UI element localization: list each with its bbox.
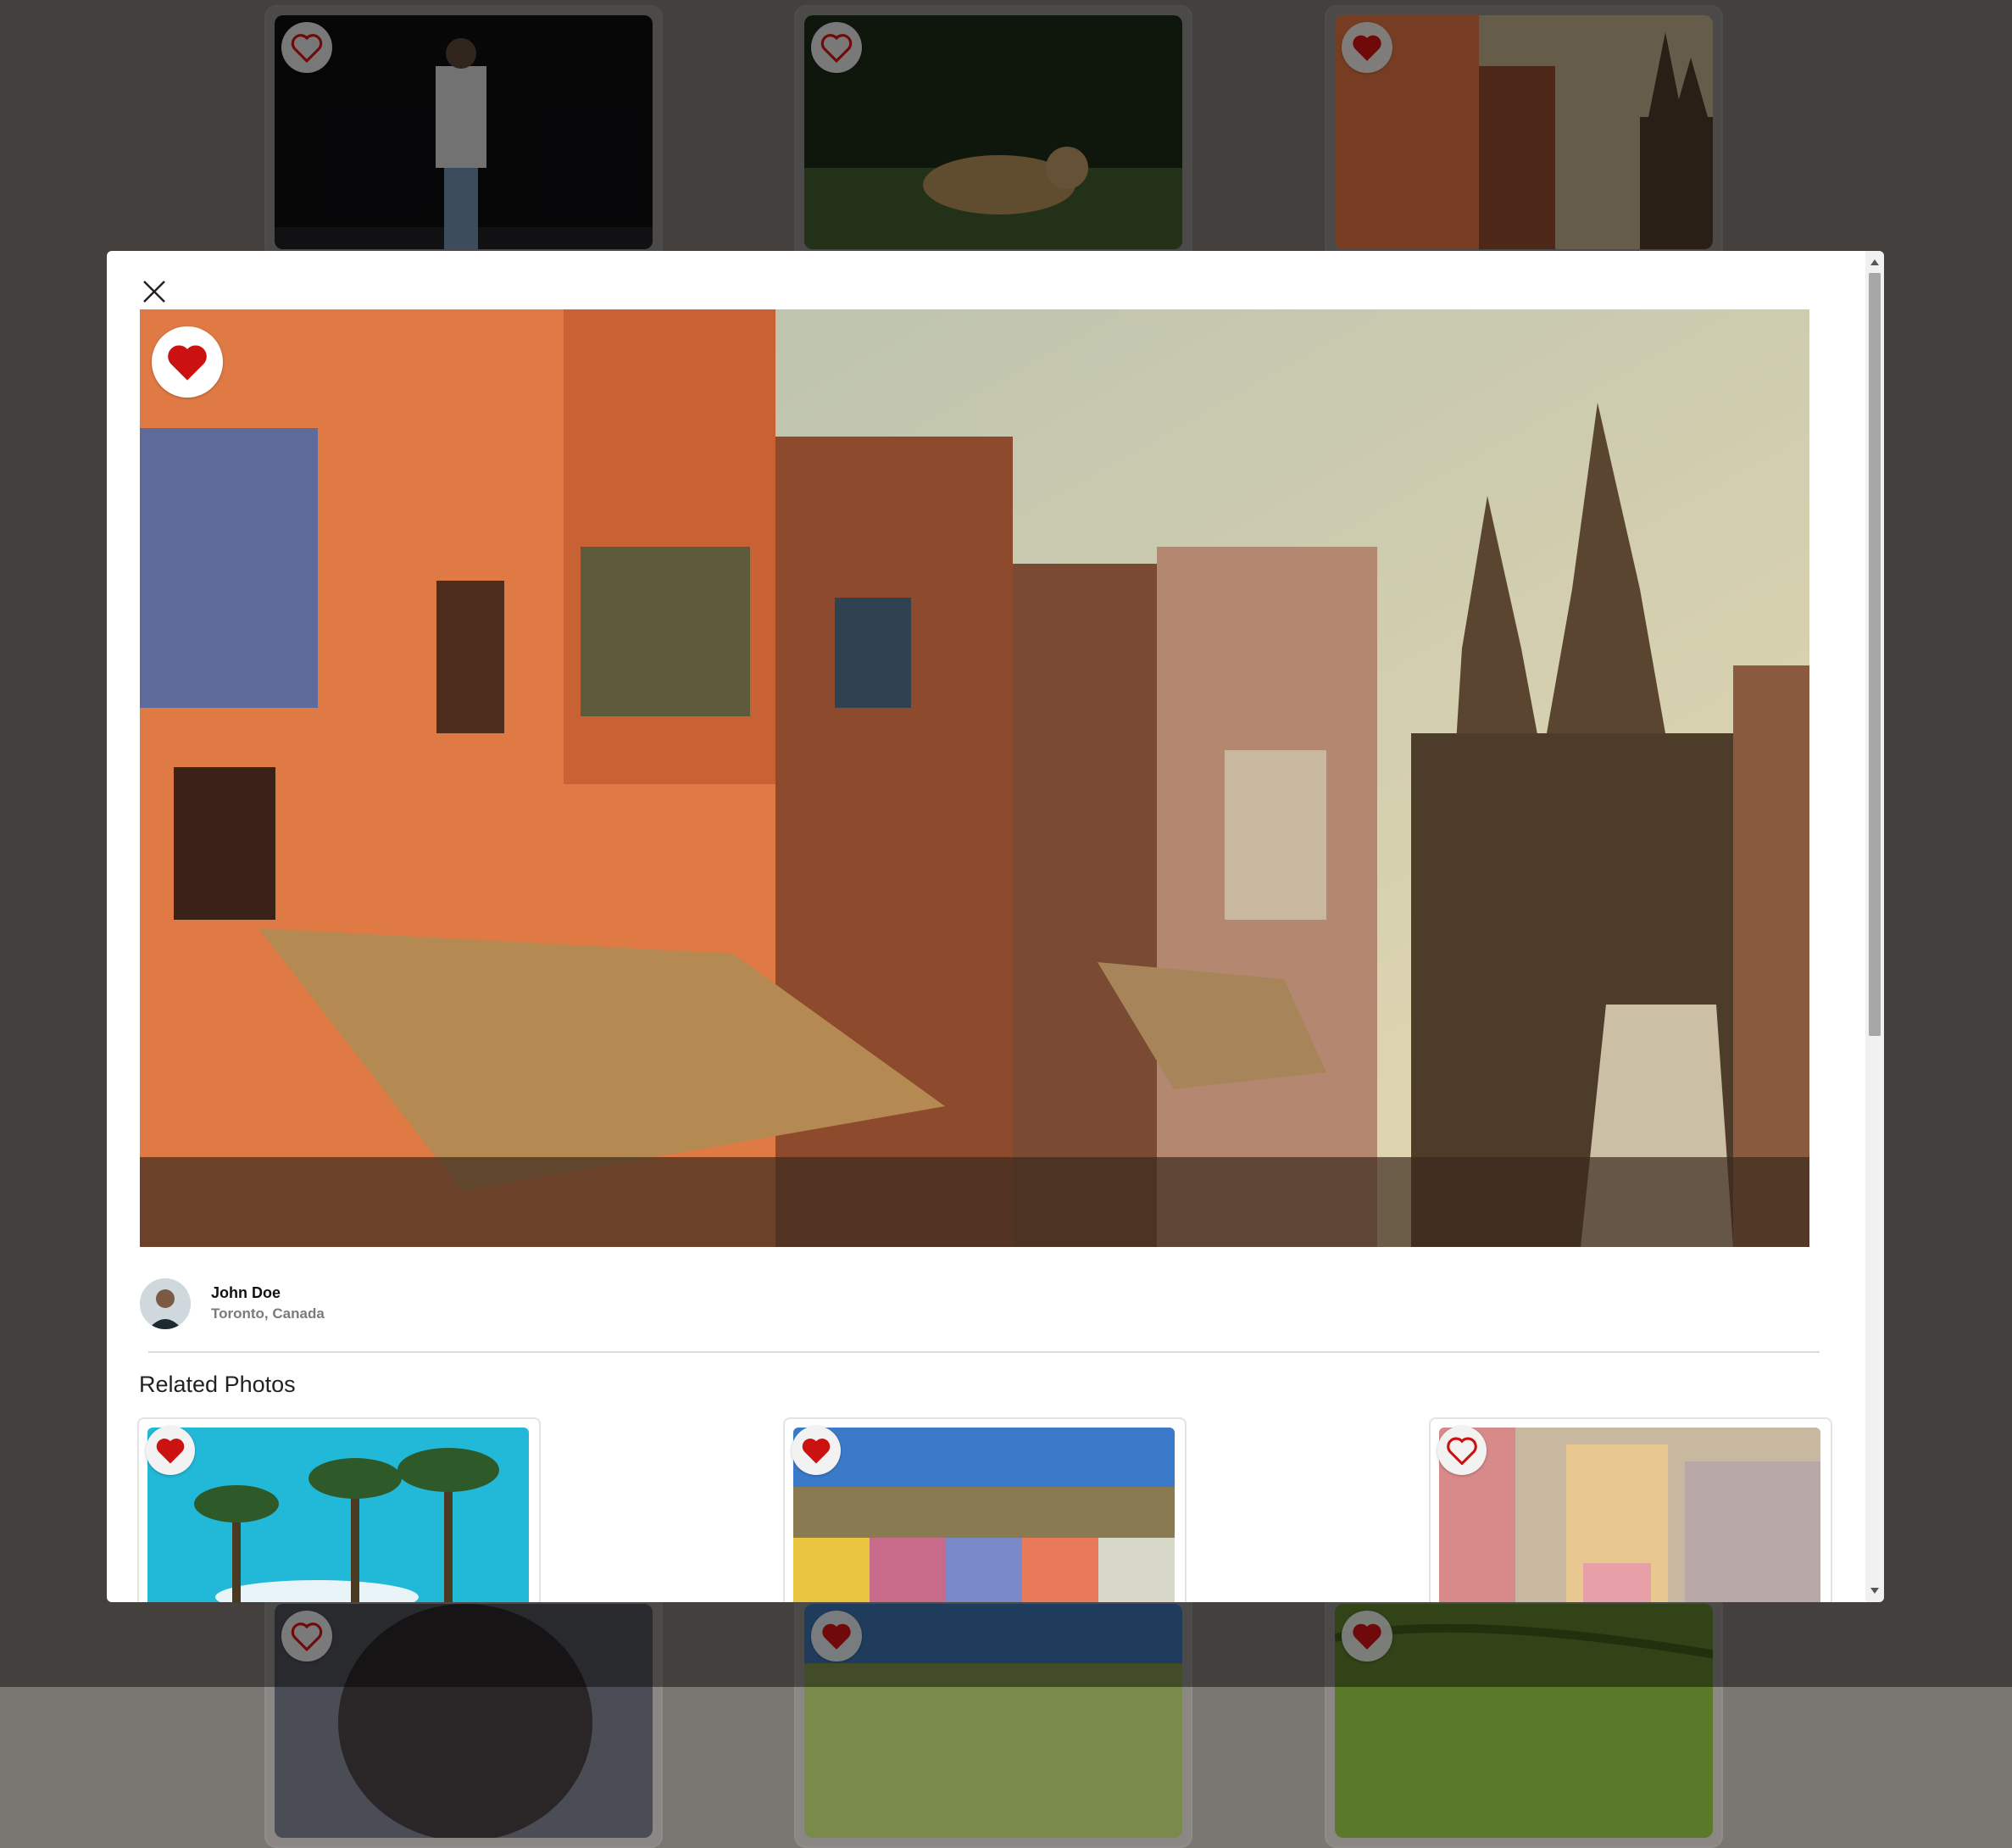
related-photo-card[interactable] (783, 1417, 1187, 1602)
scroll-down-arrow-icon[interactable] (1870, 1588, 1879, 1594)
avatar[interactable] (140, 1278, 191, 1329)
photo-procida-colorful-town[interactable] (793, 1428, 1175, 1602)
related-photos-heading: Related Photos (139, 1372, 296, 1397)
favorite-filled-icon[interactable] (146, 1426, 195, 1475)
related-photo-card[interactable] (137, 1417, 541, 1602)
hero-photo (140, 309, 1809, 1247)
photo-palm-trees-sky[interactable] (147, 1428, 529, 1602)
scrollbar-thumb[interactable] (1869, 273, 1881, 1036)
scroll-up-arrow-icon[interactable] (1870, 259, 1879, 265)
favorite-filled-icon[interactable] (792, 1426, 841, 1475)
photo-procida-houses[interactable] (1439, 1428, 1820, 1602)
related-photo-card[interactable] (1429, 1417, 1832, 1602)
author-info: John Doe Toronto, Canada (140, 1278, 325, 1329)
favorite-outline-icon[interactable] (1437, 1426, 1487, 1475)
photo-modal: John Doe Toronto, Canada Related Photos (107, 251, 1884, 1602)
author-location: Toronto, Canada (211, 1305, 325, 1322)
favorite-filled-icon[interactable] (152, 326, 223, 398)
author-name[interactable]: John Doe (211, 1283, 325, 1303)
modal-scrollbar[interactable] (1865, 251, 1884, 1602)
close-icon[interactable] (136, 273, 173, 310)
divider (148, 1351, 1820, 1353)
